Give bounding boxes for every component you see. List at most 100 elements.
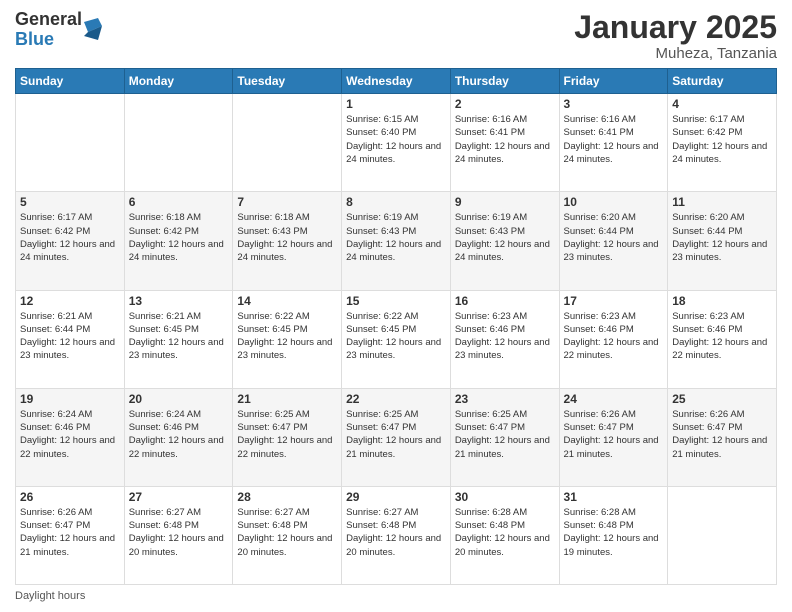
day-number: 30 [455,490,555,504]
day-info: Sunrise: 6:24 AM Sunset: 6:46 PM Dayligh… [20,408,120,461]
day-info: Sunrise: 6:21 AM Sunset: 6:45 PM Dayligh… [129,310,229,363]
day-number: 28 [237,490,337,504]
day-info: Sunrise: 6:25 AM Sunset: 6:47 PM Dayligh… [237,408,337,461]
calendar-header-row: SundayMondayTuesdayWednesdayThursdayFrid… [16,69,777,94]
day-number: 9 [455,195,555,209]
day-info: Sunrise: 6:20 AM Sunset: 6:44 PM Dayligh… [672,211,772,264]
day-info: Sunrise: 6:16 AM Sunset: 6:41 PM Dayligh… [564,113,664,166]
calendar-cell: 2 Sunrise: 6:16 AM Sunset: 6:41 PM Daylig… [450,94,559,192]
day-number: 4 [672,97,772,111]
calendar-week-row: 19Sunrise: 6:24 AM Sunset: 6:46 PM Dayli… [16,388,777,486]
day-number: 18 [672,294,772,308]
day-number: 24 [564,392,664,406]
day-number: 8 [346,195,446,209]
location: Muheza, Tanzania [574,45,777,62]
calendar-cell [16,94,125,192]
calendar-cell: 4Sunrise: 6:17 AM Sunset: 6:42 PM Daylig… [668,94,777,192]
calendar-cell: 17 Sunrise: 6:23 AM Sunset: 6:46 PM Dayli… [559,290,668,388]
day-info: Sunrise: 6:22 AM Sunset: 6:45 PM Dayligh… [346,310,446,363]
calendar-table: SundayMondayTuesdayWednesdayThursdayFrid… [15,68,777,585]
day-info: Sunrise: 6:27 AM Sunset: 6:48 PM Dayligh… [346,506,446,559]
day-info: Sunrise: 6:25 AM Sunset: 6:47 PM Dayligh… [346,408,446,461]
calendar-cell: 30 Sunrise: 6:28 AM Sunset: 6:48 PM Dayli… [450,486,559,584]
calendar-cell: 25 Sunrise: 6:26 AM Sunset: 6:47 PM Dayli… [668,388,777,486]
day-info: Sunrise: 6:28 AM Sunset: 6:48 PM Dayligh… [564,506,664,559]
day-number: 17 [564,294,664,308]
calendar-header-thursday: Thursday [450,69,559,94]
day-number: 27 [129,490,229,504]
day-info: Sunrise: 6:16 AM Sunset: 6:41 PM Dayligh… [455,113,555,166]
day-number: 25 [672,392,772,406]
calendar-cell: 24 Sunrise: 6:26 AM Sunset: 6:47 PM Dayli… [559,388,668,486]
day-info: Sunrise: 6:15 AM Sunset: 6:40 PM Dayligh… [346,113,446,166]
calendar-week-row: 5Sunrise: 6:17 AM Sunset: 6:42 PM Daylig… [16,192,777,290]
footer: Daylight hours [15,590,777,602]
day-info: Sunrise: 6:20 AM Sunset: 6:44 PM Dayligh… [564,211,664,264]
calendar-cell [668,486,777,584]
day-number: 11 [672,195,772,209]
day-info: Sunrise: 6:24 AM Sunset: 6:46 PM Dayligh… [129,408,229,461]
day-number: 15 [346,294,446,308]
calendar-cell: 23Sunrise: 6:25 AM Sunset: 6:47 PM Dayli… [450,388,559,486]
day-number: 14 [237,294,337,308]
calendar-cell [233,94,342,192]
day-number: 6 [129,195,229,209]
calendar-cell: 15 Sunrise: 6:22 AM Sunset: 6:45 PM Dayli… [342,290,451,388]
day-info: Sunrise: 6:28 AM Sunset: 6:48 PM Dayligh… [455,506,555,559]
day-number: 22 [346,392,446,406]
day-number: 13 [129,294,229,308]
logo-icon [84,18,102,40]
calendar-cell [124,94,233,192]
calendar-header-wednesday: Wednesday [342,69,451,94]
calendar-week-row: 12Sunrise: 6:21 AM Sunset: 6:44 PM Dayli… [16,290,777,388]
calendar-cell: 29 Sunrise: 6:27 AM Sunset: 6:48 PM Dayli… [342,486,451,584]
day-info: Sunrise: 6:17 AM Sunset: 6:42 PM Dayligh… [20,211,120,264]
calendar-header-saturday: Saturday [668,69,777,94]
calendar-cell: 11 Sunrise: 6:20 AM Sunset: 6:44 PM Dayli… [668,192,777,290]
calendar-cell: 21 Sunrise: 6:25 AM Sunset: 6:47 PM Dayli… [233,388,342,486]
day-number: 2 [455,97,555,111]
logo-text: General Blue [15,10,82,50]
day-info: Sunrise: 6:26 AM Sunset: 6:47 PM Dayligh… [672,408,772,461]
calendar-cell: 26Sunrise: 6:26 AM Sunset: 6:47 PM Dayli… [16,486,125,584]
day-info: Sunrise: 6:23 AM Sunset: 6:46 PM Dayligh… [672,310,772,363]
calendar-cell: 8 Sunrise: 6:19 AM Sunset: 6:43 PM Daylig… [342,192,451,290]
calendar-cell: 7 Sunrise: 6:18 AM Sunset: 6:43 PM Daylig… [233,192,342,290]
day-info: Sunrise: 6:18 AM Sunset: 6:42 PM Dayligh… [129,211,229,264]
daylight-label: Daylight hours [15,590,85,602]
day-number: 1 [346,97,446,111]
day-info: Sunrise: 6:23 AM Sunset: 6:46 PM Dayligh… [455,310,555,363]
calendar-cell: 20 Sunrise: 6:24 AM Sunset: 6:46 PM Dayli… [124,388,233,486]
calendar-cell: 28Sunrise: 6:27 AM Sunset: 6:48 PM Dayli… [233,486,342,584]
calendar-header-monday: Monday [124,69,233,94]
day-number: 21 [237,392,337,406]
calendar-cell: 19Sunrise: 6:24 AM Sunset: 6:46 PM Dayli… [16,388,125,486]
day-info: Sunrise: 6:19 AM Sunset: 6:43 PM Dayligh… [455,211,555,264]
day-number: 12 [20,294,120,308]
calendar-cell: 12Sunrise: 6:21 AM Sunset: 6:44 PM Dayli… [16,290,125,388]
calendar-week-row: 26Sunrise: 6:26 AM Sunset: 6:47 PM Dayli… [16,486,777,584]
day-number: 16 [455,294,555,308]
day-number: 23 [455,392,555,406]
calendar-header-sunday: Sunday [16,69,125,94]
day-number: 7 [237,195,337,209]
header: General Blue January 2025 Muheza, Tanzan… [15,10,777,62]
day-info: Sunrise: 6:19 AM Sunset: 6:43 PM Dayligh… [346,211,446,264]
day-info: Sunrise: 6:18 AM Sunset: 6:43 PM Dayligh… [237,211,337,264]
day-number: 29 [346,490,446,504]
calendar-cell: 13 Sunrise: 6:21 AM Sunset: 6:45 PM Dayli… [124,290,233,388]
logo: General Blue [15,10,102,50]
day-number: 31 [564,490,664,504]
day-info: Sunrise: 6:26 AM Sunset: 6:47 PM Dayligh… [564,408,664,461]
day-info: Sunrise: 6:22 AM Sunset: 6:45 PM Dayligh… [237,310,337,363]
day-info: Sunrise: 6:27 AM Sunset: 6:48 PM Dayligh… [129,506,229,559]
calendar-header-tuesday: Tuesday [233,69,342,94]
calendar-cell: 9 Sunrise: 6:19 AM Sunset: 6:43 PM Daylig… [450,192,559,290]
calendar-cell: 5Sunrise: 6:17 AM Sunset: 6:42 PM Daylig… [16,192,125,290]
day-number: 10 [564,195,664,209]
day-number: 3 [564,97,664,111]
calendar-week-row: 1 Sunrise: 6:15 AM Sunset: 6:40 PM Daylig… [16,94,777,192]
day-number: 20 [129,392,229,406]
day-info: Sunrise: 6:26 AM Sunset: 6:47 PM Dayligh… [20,506,120,559]
day-info: Sunrise: 6:23 AM Sunset: 6:46 PM Dayligh… [564,310,664,363]
